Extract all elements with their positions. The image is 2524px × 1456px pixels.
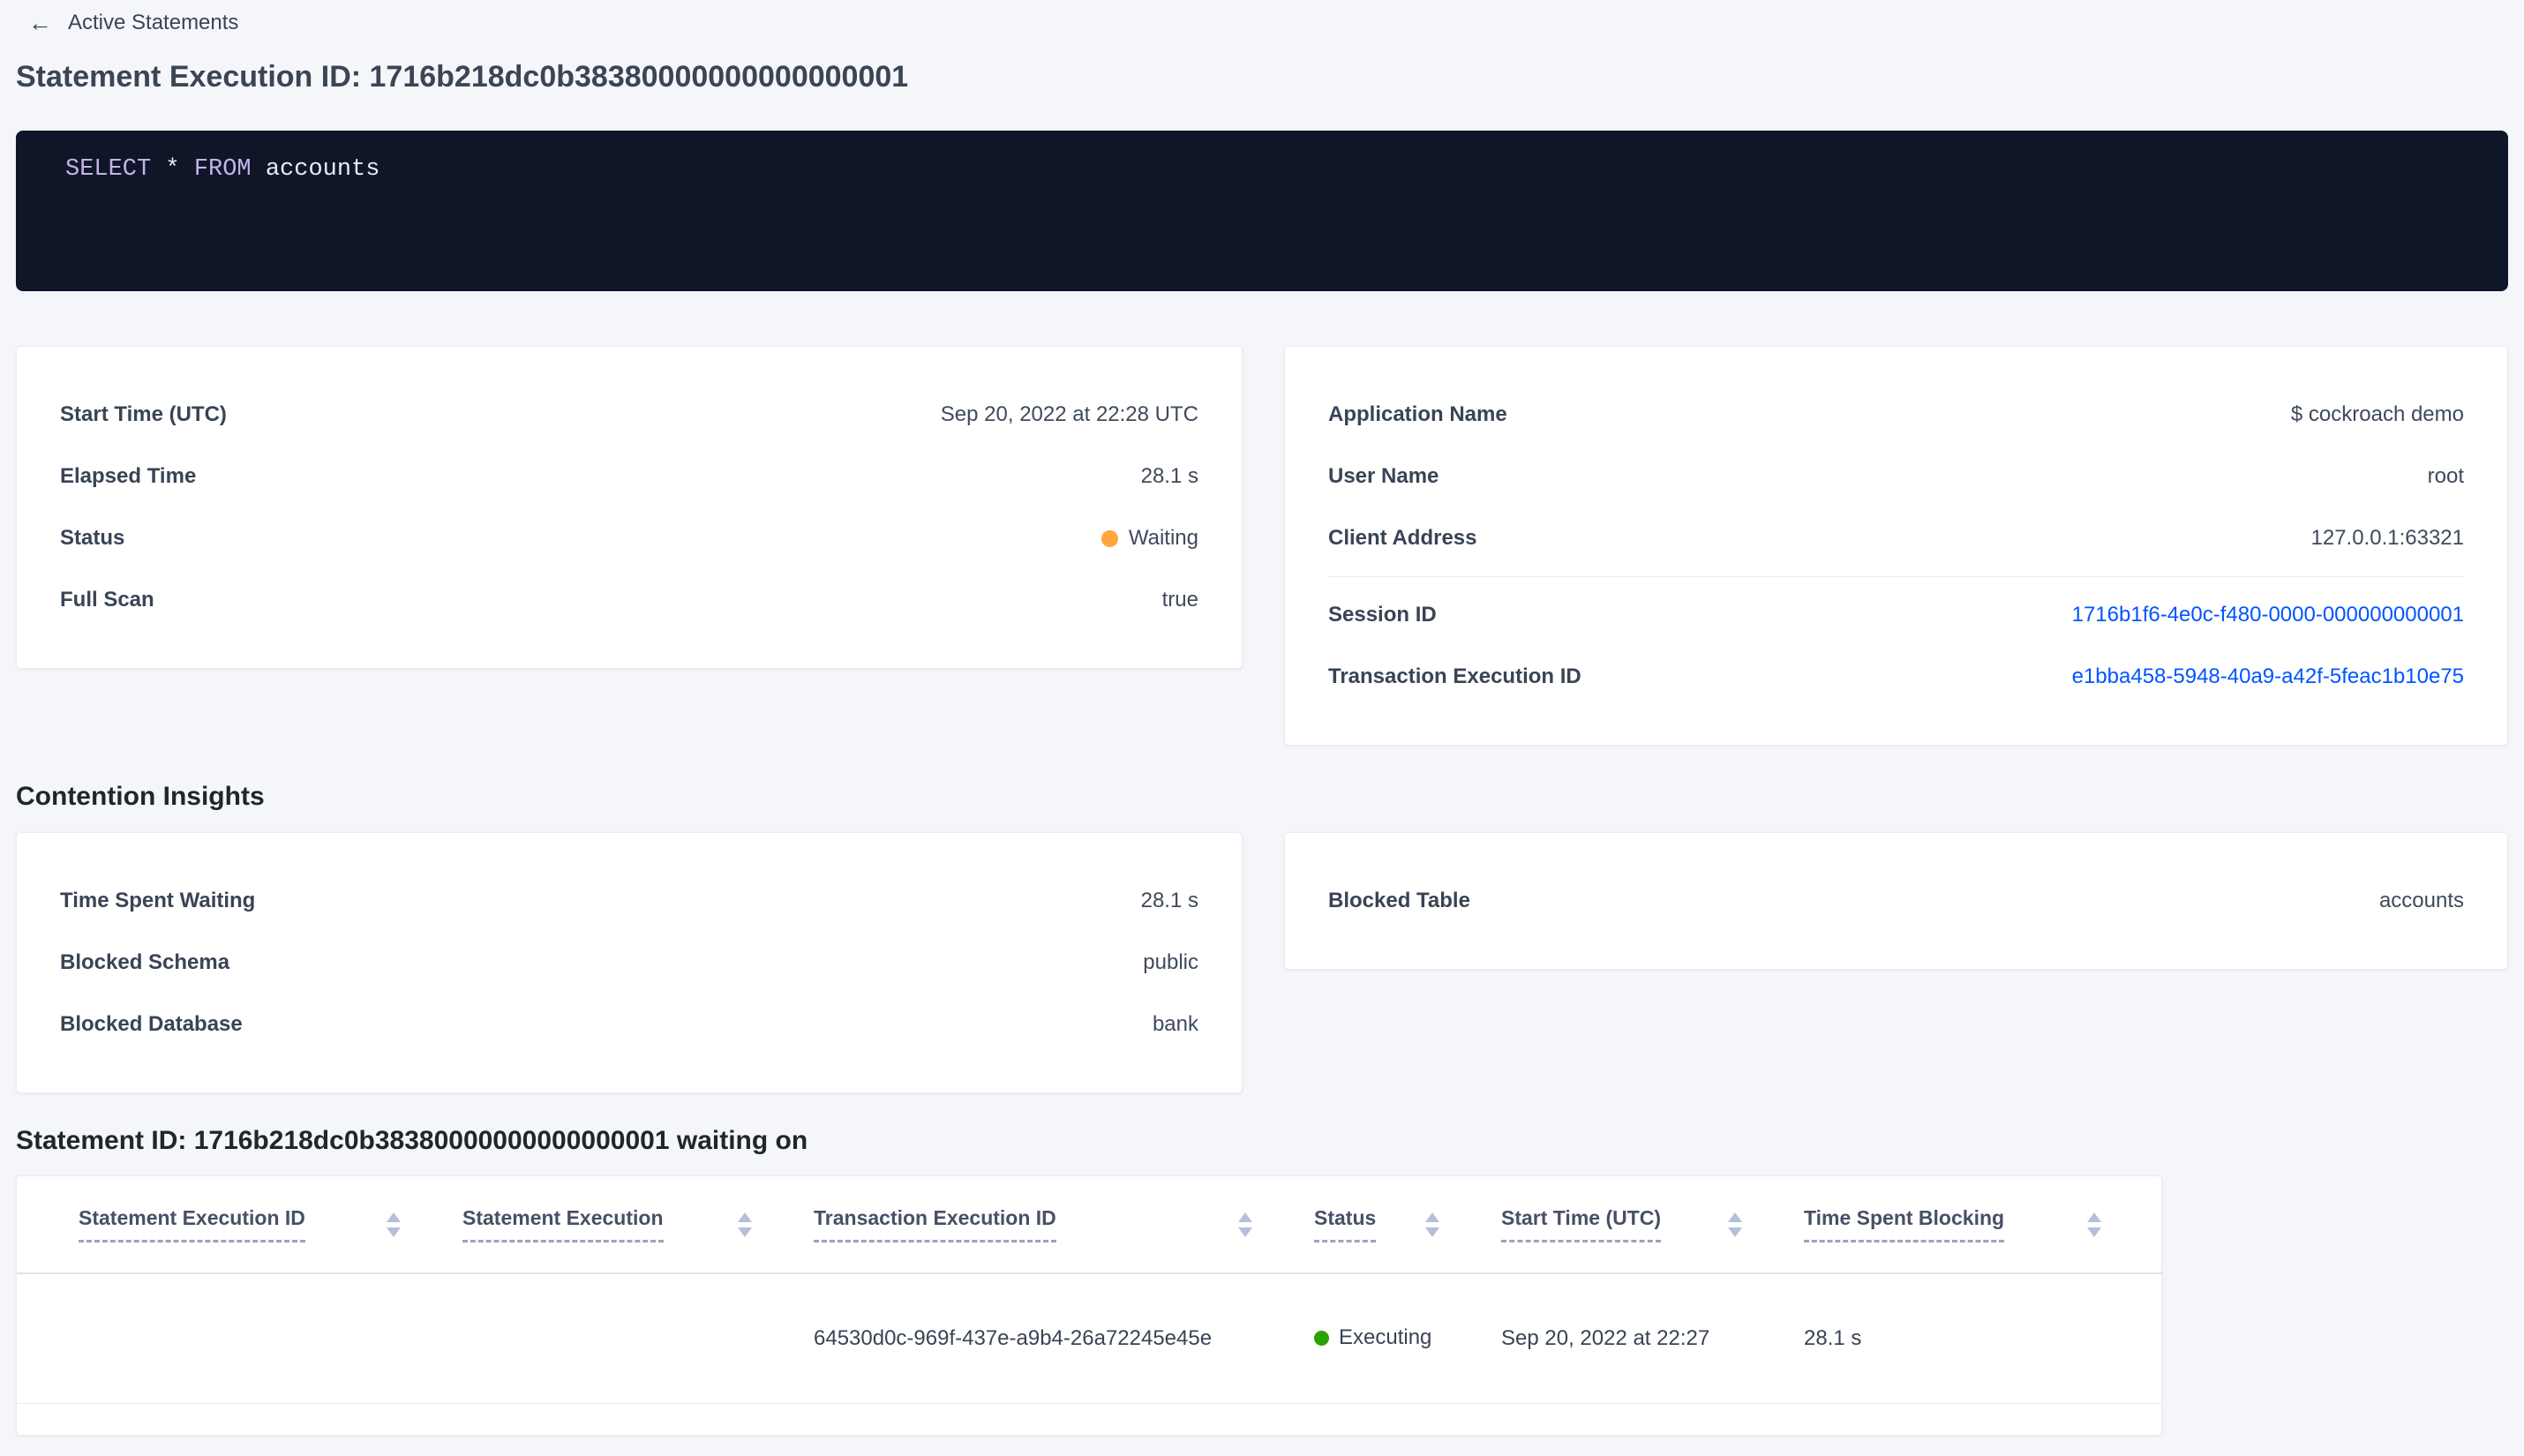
sort-icon[interactable]: [387, 1212, 401, 1237]
overview-card: Start Time (UTC) Sep 20, 2022 at 22:28 U…: [16, 346, 1243, 669]
row-blocked-database: Blocked Database bank: [60, 994, 1198, 1055]
client-address-value: 127.0.0.1:63321: [2310, 526, 2465, 550]
elapsed-time-value: 28.1 s: [1140, 464, 1198, 488]
cell-start-time: Sep 20, 2022 at 22:27: [1501, 1273, 1804, 1404]
user-name-value: root: [2427, 464, 2464, 488]
session-id-label: Session ID: [1328, 603, 1437, 627]
sort-icon[interactable]: [2087, 1212, 2101, 1237]
blocked-database-label: Blocked Database: [60, 1012, 243, 1036]
row-time-spent-waiting: Time Spent Waiting 28.1 s: [60, 870, 1198, 932]
row-user-name: User Name root: [1328, 446, 2464, 507]
time-spent-blocking-column-label[interactable]: Time Spent Blocking: [1804, 1206, 2005, 1242]
session-card-divider: [1328, 576, 2464, 577]
row-transaction-execution-id: Transaction Execution ID e1bba458-5948-4…: [1328, 646, 2464, 708]
contention-insights-heading: Contention Insights: [16, 782, 265, 811]
blocked-table-value: accounts: [2378, 889, 2464, 912]
executing-status-dot-icon: [1314, 1330, 1329, 1346]
waiting-status-dot-icon: [1100, 529, 1118, 547]
time-spent-waiting-value: 28.1 s: [1140, 889, 1198, 912]
cell-transaction-execution-id: 64530d0c-969f-437e-a9b4-26a72245e45e: [814, 1273, 1314, 1404]
sort-icon[interactable]: [1238, 1212, 1252, 1237]
col-header-time-spent-blocking: Time Spent Blocking: [1804, 1176, 2163, 1274]
col-header-statement-execution: Statement Execution: [462, 1176, 814, 1274]
statement-execution-id-column-label[interactable]: Statement Execution ID: [79, 1206, 305, 1242]
user-name-label: User Name: [1328, 464, 1439, 488]
row-application-name: Application Name $ cockroach demo: [1328, 384, 2464, 446]
application-name-label: Application Name: [1328, 402, 1507, 426]
waiting-on-heading: Statement ID: 1716b218dc0b38380000000000…: [16, 1126, 808, 1155]
sql-keyword-from: FROM: [193, 156, 252, 183]
row-elapsed-time: Elapsed Time 28.1 s: [60, 446, 1198, 507]
status-label: Status: [60, 526, 125, 550]
start-time-label: Start Time (UTC): [60, 402, 227, 426]
cell-statement-execution-id: [17, 1273, 462, 1404]
contention-waiting-card: Time Spent Waiting 28.1 s Blocked Schema…: [16, 832, 1243, 1093]
cell-statement-execution: [462, 1273, 814, 1404]
sql-table-name: accounts: [265, 156, 380, 183]
row-full-scan: Full Scan true: [60, 569, 1198, 631]
sort-icon[interactable]: [1425, 1212, 1439, 1237]
summary-cards-row: Start Time (UTC) Sep 20, 2022 at 22:28 U…: [16, 346, 2508, 746]
waiting-statements-table-card: Statement Execution ID Statement Executi…: [16, 1175, 2163, 1436]
table-header-row: Statement Execution ID Statement Executi…: [17, 1176, 2163, 1274]
row-client-address: Client Address 127.0.0.1:63321: [1328, 507, 2464, 569]
start-time-value: Sep 20, 2022 at 22:28 UTC: [940, 402, 1198, 426]
row-session-id: Session ID 1716b1f6-4e0c-f480-0000-00000…: [1328, 584, 2464, 646]
sort-icon[interactable]: [1728, 1212, 1742, 1237]
full-scan-value: true: [1161, 588, 1198, 612]
status-value: Waiting: [1100, 526, 1198, 551]
status-column-label[interactable]: Status: [1314, 1206, 1377, 1242]
back-to-active-statements-link[interactable]: ← Active Statements: [28, 11, 238, 35]
row-start-time: Start Time (UTC) Sep 20, 2022 at 22:28 U…: [60, 384, 1198, 446]
time-spent-waiting-label: Time Spent Waiting: [60, 889, 256, 912]
transaction-execution-id-column-label[interactable]: Transaction Execution ID: [814, 1206, 1056, 1242]
waiting-statements-table: Statement Execution ID Statement Executi…: [17, 1176, 2163, 1404]
cell-time-spent-blocking: 28.1 s: [1804, 1273, 2163, 1404]
row-status: Status Waiting: [60, 507, 1198, 569]
full-scan-label: Full Scan: [60, 588, 154, 612]
session-id-link[interactable]: 1716b1f6-4e0c-f480-0000-000000000001: [2072, 603, 2464, 627]
row-blocked-schema: Blocked Schema public: [60, 932, 1198, 994]
blocked-schema-value: public: [1143, 950, 1198, 974]
sql-keyword-select: SELECT: [65, 156, 152, 183]
back-link-label: Active Statements: [68, 11, 239, 34]
col-header-statement-execution-id: Statement Execution ID: [17, 1176, 462, 1274]
blocked-table-label: Blocked Table: [1328, 889, 1470, 912]
application-name-value: $ cockroach demo: [2290, 402, 2464, 426]
transaction-execution-id-link[interactable]: e1bba458-5948-40a9-a42f-5feac1b10e75: [2072, 664, 2464, 689]
back-arrow-icon: ←: [28, 9, 52, 36]
col-header-start-time: Start Time (UTC): [1501, 1176, 1804, 1274]
page-title: Statement Execution ID: 1716b218dc0b3838…: [16, 60, 909, 94]
status-text: Waiting: [1128, 526, 1198, 550]
elapsed-time-label: Elapsed Time: [60, 464, 197, 488]
blocked-schema-label: Blocked Schema: [60, 950, 230, 974]
table-row: 64530d0c-969f-437e-a9b4-26a72245e45e Exe…: [17, 1273, 2163, 1404]
client-address-label: Client Address: [1328, 526, 1477, 550]
col-header-transaction-execution-id: Transaction Execution ID: [814, 1176, 1314, 1274]
col-header-status: Status: [1314, 1176, 1501, 1274]
executing-status-text: Executing: [1339, 1325, 1432, 1349]
sort-icon[interactable]: [738, 1212, 752, 1237]
cell-status: Executing: [1314, 1273, 1501, 1404]
contention-blocked-table-card: Blocked Table accounts: [1284, 832, 2508, 970]
sql-statement-text: SELECT * FROM accounts: [65, 156, 379, 183]
statement-details-page: ← Active Statements Statement Execution …: [0, 0, 2524, 1436]
session-card: Application Name $ cockroach demo User N…: [1284, 346, 2508, 746]
sql-star: *: [165, 156, 180, 183]
transaction-execution-id-label: Transaction Execution ID: [1328, 664, 1581, 688]
blocked-database-value: bank: [1152, 1012, 1198, 1036]
breadcrumb: ← Active Statements: [16, 0, 2508, 35]
statement-execution-column-label[interactable]: Statement Execution: [462, 1206, 664, 1242]
row-blocked-table: Blocked Table accounts: [1328, 870, 2464, 932]
contention-cards-row: Time Spent Waiting 28.1 s Blocked Schema…: [16, 832, 2508, 1093]
start-time-column-label[interactable]: Start Time (UTC): [1501, 1206, 1662, 1242]
sql-statement-box: SELECT * FROM accounts: [16, 131, 2508, 291]
